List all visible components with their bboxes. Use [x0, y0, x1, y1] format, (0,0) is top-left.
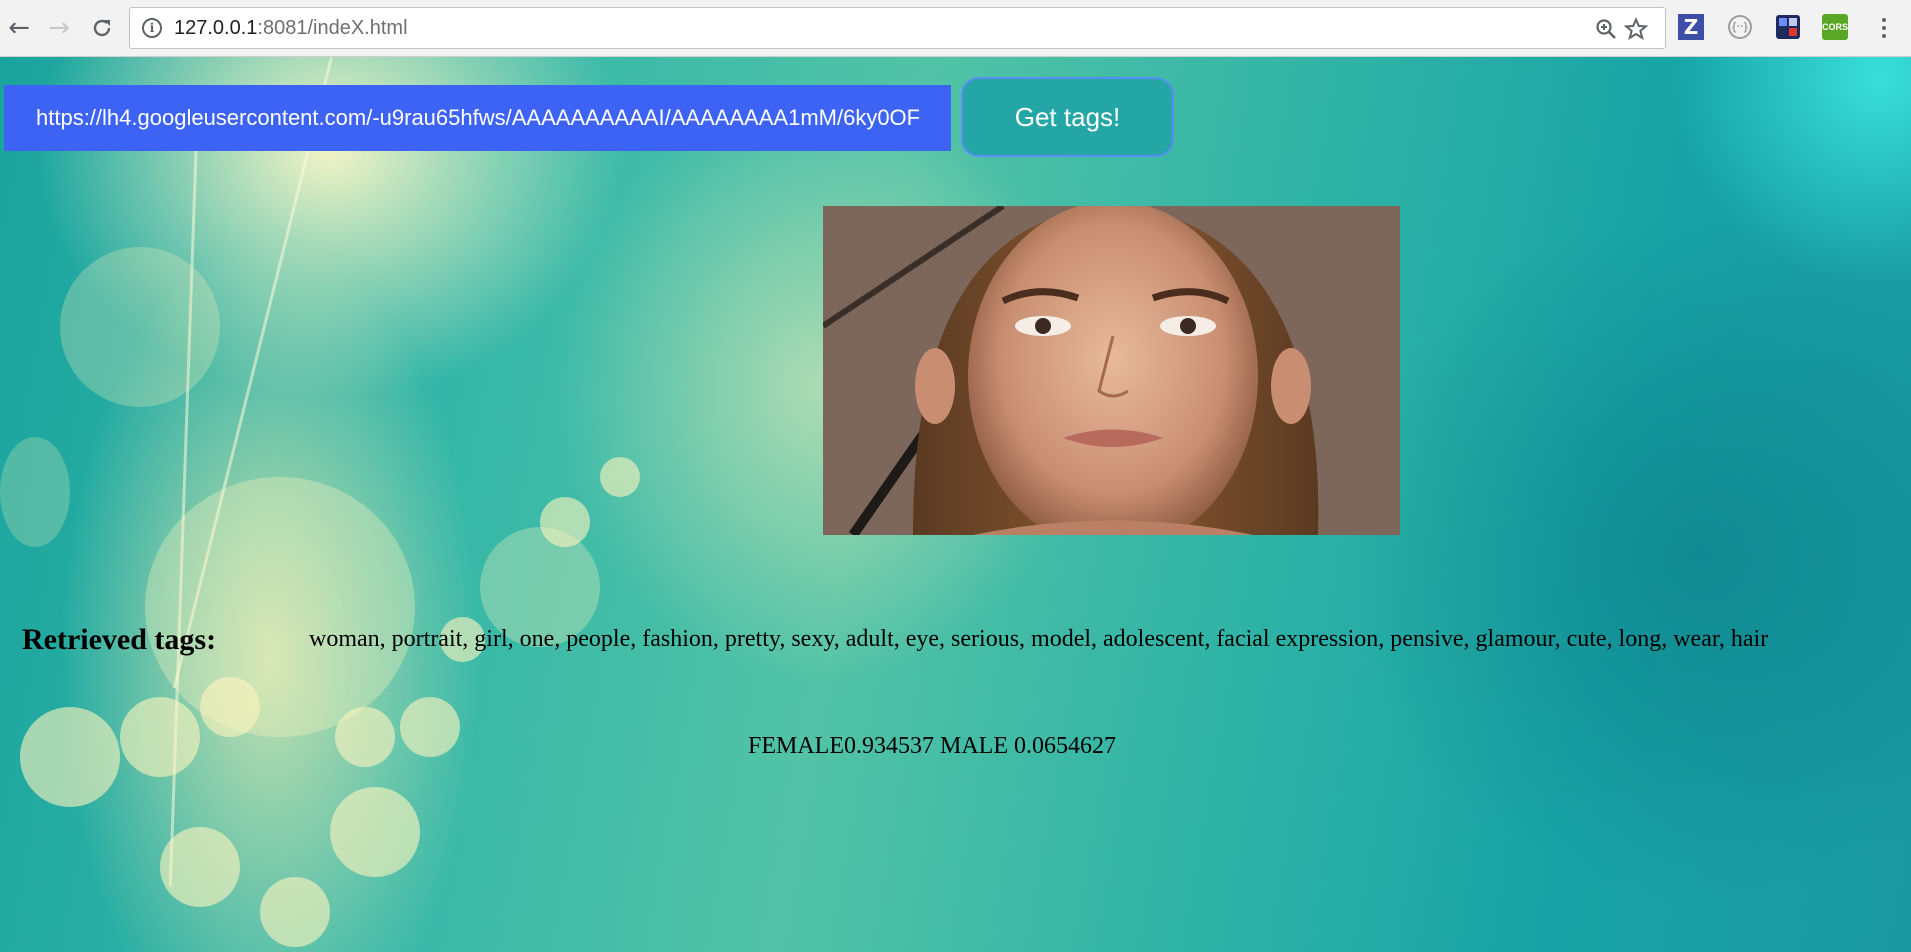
menu-dot [1882, 34, 1886, 38]
bokeh-decoration [330, 787, 420, 877]
star-icon-svg [1624, 17, 1648, 40]
url-host: 127.0.0.1 [174, 17, 258, 39]
bokeh-decoration [60, 247, 220, 407]
reload-icon[interactable] [85, 9, 119, 47]
reload-icon-svg [93, 19, 111, 37]
bokeh-decoration [335, 707, 395, 767]
url-path: :8081/indeX.html [257, 17, 408, 39]
menu-dot [1882, 18, 1886, 22]
browser-toolbar: ← → i 127.0.0.1:8081/indeX.html Z {··} C… [0, 0, 1911, 57]
menu-dot [1882, 26, 1886, 30]
ai-extension-icon-svg [1776, 15, 1800, 39]
get-tags-button[interactable]: Get tags! [961, 77, 1174, 157]
json-viewer-extension-icon[interactable]: {··} [1728, 15, 1752, 39]
zoom-icon[interactable] [1592, 15, 1620, 43]
page-content: Get tags! [0, 57, 1911, 952]
back-arrow-icon[interactable]: ← [2, 9, 36, 47]
retrieved-tags-list: woman, portrait, girl, one, people, fash… [309, 626, 1769, 652]
bokeh-decoration [160, 827, 240, 907]
gender-prediction: FEMALE0.934537 MALE 0.0654627 [748, 733, 1116, 759]
cors-extension-icon[interactable]: CORS [1822, 14, 1848, 40]
bookmark-star-icon[interactable] [1622, 15, 1650, 43]
bokeh-decoration [20, 707, 120, 807]
address-url[interactable]: 127.0.0.1:8081/indeX.html [174, 17, 408, 40]
browser-menu-icon[interactable] [1874, 12, 1894, 44]
analyzed-photo [823, 206, 1400, 535]
bokeh-decoration [0, 437, 70, 547]
bokeh-decoration [145, 477, 415, 737]
zotero-extension-icon[interactable]: Z [1678, 14, 1704, 40]
info-icon[interactable]: i [142, 18, 162, 38]
bokeh-decoration [540, 497, 590, 547]
bokeh-decoration [200, 677, 260, 737]
retrieved-tags-heading: Retrieved tags: [22, 623, 217, 656]
forward-arrow-icon[interactable]: → [42, 9, 76, 47]
portrait-photo-svg [823, 206, 1400, 535]
image-url-input[interactable] [4, 85, 951, 151]
zoom-icon-svg [1596, 19, 1616, 39]
ai-extension-icon[interactable] [1775, 14, 1801, 40]
bokeh-decoration [120, 697, 200, 777]
bokeh-decoration [260, 877, 330, 947]
address-bar[interactable]: i 127.0.0.1:8081/indeX.html [129, 7, 1666, 49]
bokeh-decoration [400, 697, 460, 757]
bokeh-decoration [600, 457, 640, 497]
